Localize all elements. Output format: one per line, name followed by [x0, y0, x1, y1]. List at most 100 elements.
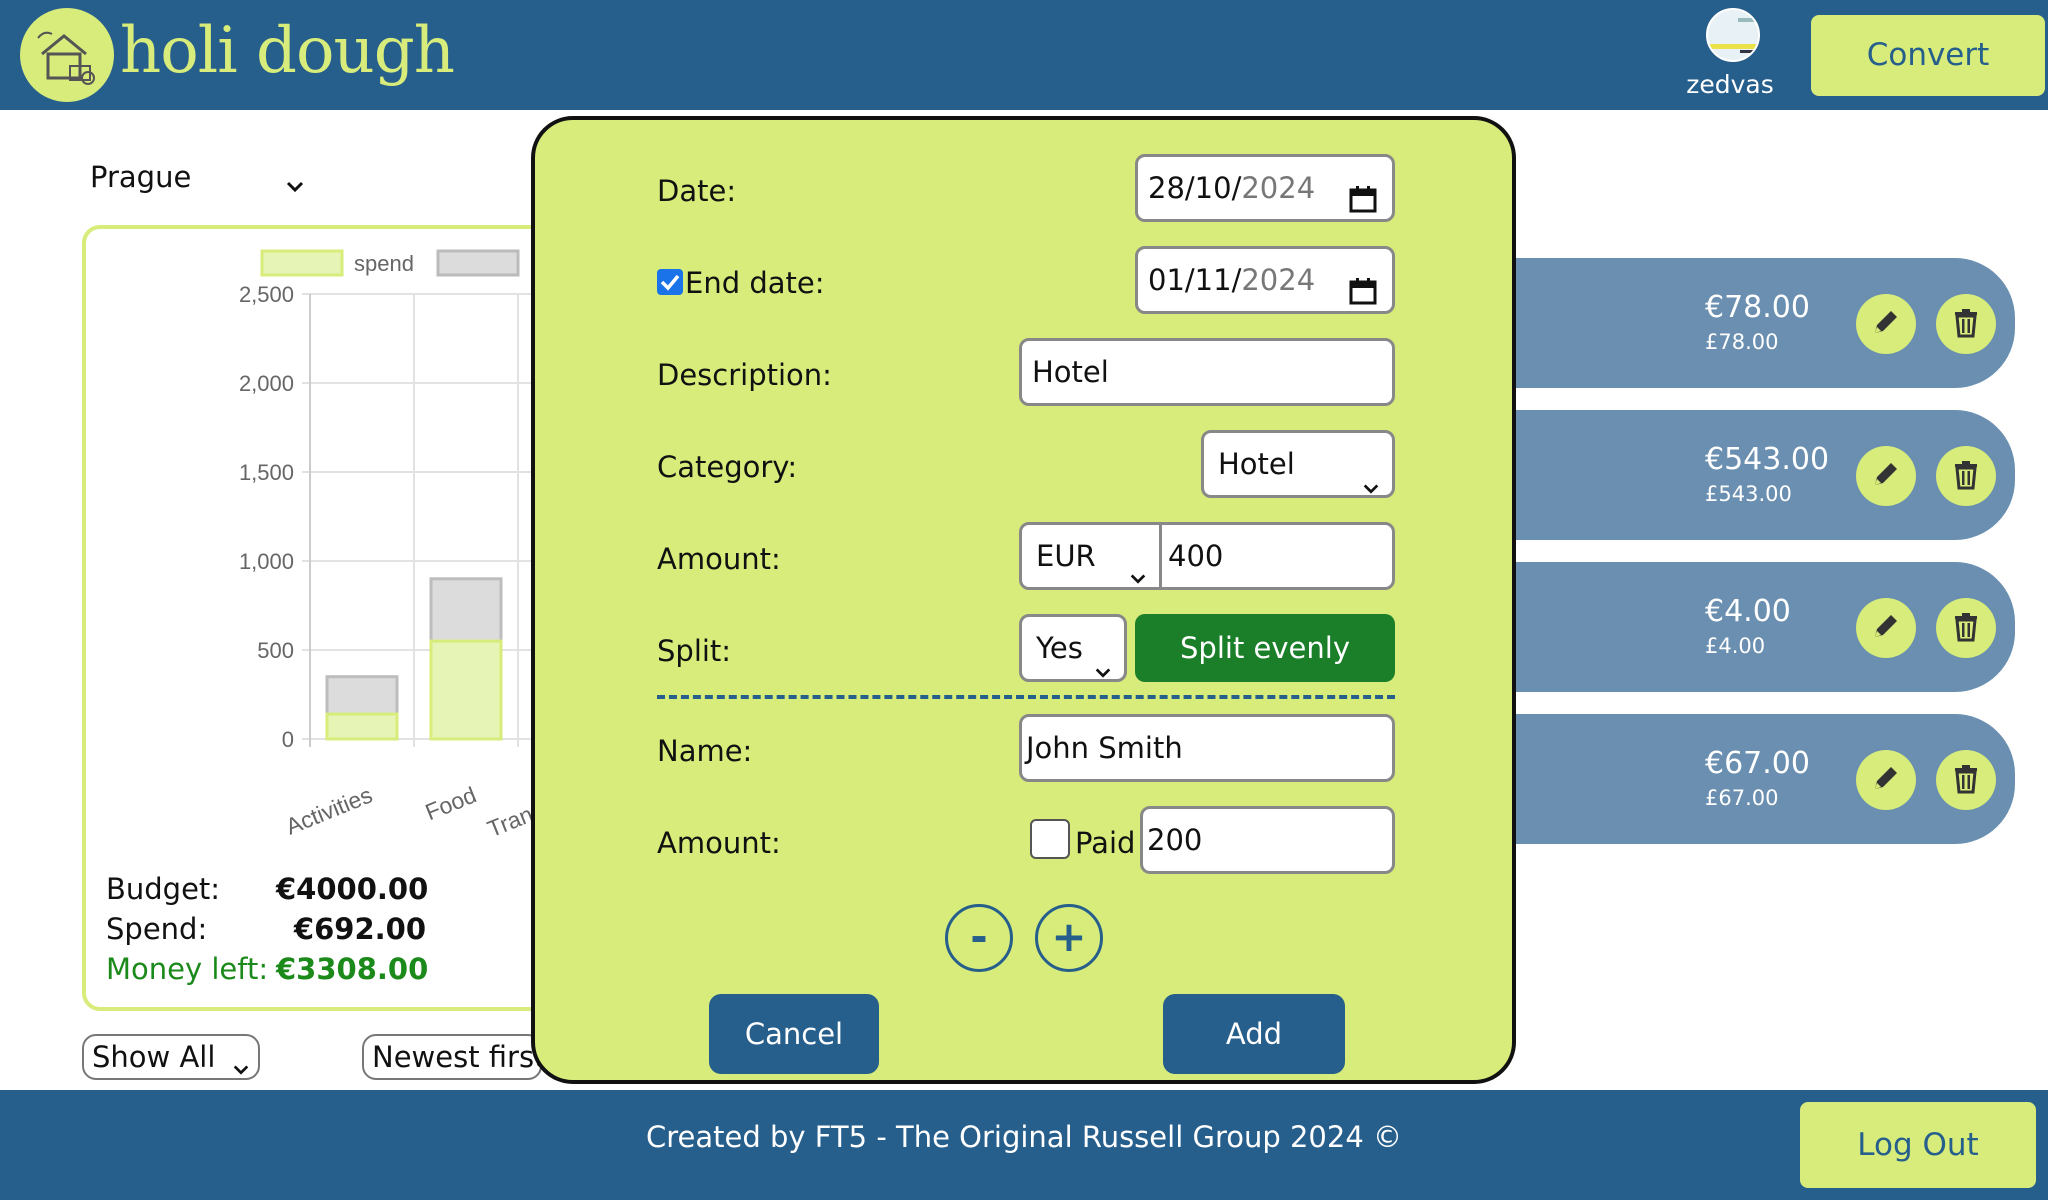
- y-tick-label: 2,000: [239, 371, 294, 396]
- city-select[interactable]: Prague: [90, 160, 305, 208]
- date-input[interactable]: 28/10/2024: [1135, 154, 1395, 222]
- end-date-checkbox[interactable]: [657, 269, 683, 295]
- expense-card[interactable]: €4.00 £4.00: [1450, 562, 2015, 692]
- amount-input[interactable]: 400: [1168, 525, 1223, 587]
- delete-button[interactable]: [1936, 446, 1996, 506]
- category-select[interactable]: Hotel: [1201, 430, 1395, 498]
- y-tick-label: 500: [257, 638, 294, 663]
- expense-card[interactable]: €543.00 £543.00: [1450, 410, 2015, 540]
- name-input[interactable]: John Smith: [1019, 714, 1395, 782]
- x-tick-label: Food: [422, 782, 480, 826]
- trash-icon: [1949, 609, 1983, 647]
- add-button[interactable]: Add: [1163, 994, 1345, 1074]
- logout-button[interactable]: Log Out: [1800, 1102, 2036, 1188]
- trash-icon: [1949, 761, 1983, 799]
- currency-select-value: EUR: [1036, 539, 1096, 573]
- app-footer: Created by FT5 - The Original Russell Gr…: [0, 1090, 2048, 1200]
- show-filter-value: Show All: [92, 1040, 216, 1074]
- bar-spend: [325, 712, 399, 741]
- expense-amount: €67.00: [1705, 746, 1810, 781]
- delete-button[interactable]: [1936, 598, 1996, 658]
- description-label: Description:: [657, 358, 832, 392]
- split-select[interactable]: Yes: [1019, 614, 1127, 682]
- edit-button[interactable]: [1856, 598, 1916, 658]
- split-label: Split:: [657, 634, 732, 668]
- add-person-button[interactable]: +: [1035, 904, 1103, 972]
- expense-converted-amount: £543.00: [1705, 482, 1792, 506]
- y-tick-label: 1,500: [239, 460, 294, 485]
- split-evenly-button[interactable]: Split evenly: [1135, 614, 1395, 682]
- amount-label: Amount:: [657, 542, 781, 576]
- avatar[interactable]: [1706, 8, 1760, 62]
- chevron-down-icon: [232, 1048, 250, 1090]
- person-amount-input[interactable]: 200: [1140, 806, 1395, 874]
- budget-value: €4000.00: [276, 872, 429, 906]
- name-label: Name:: [657, 734, 753, 768]
- chevron-down-icon: [1094, 641, 1112, 703]
- pencil-icon: [1869, 305, 1903, 343]
- spend-label: Spend:: [106, 912, 208, 946]
- remove-person-button[interactable]: -: [945, 904, 1013, 972]
- footer-credit: Created by FT5 - The Original Russell Gr…: [645, 1120, 1402, 1154]
- paid-label: Paid: [1075, 826, 1136, 860]
- legend-swatch-budget: [436, 249, 520, 277]
- expense-amount: €78.00: [1705, 290, 1810, 325]
- spend-chart: spend 0 500 1,000 1,500 2,000 2,500 Activities F…: [239, 249, 558, 842]
- expense-converted-amount: £4.00: [1705, 634, 1766, 658]
- end-date-input-year: 2024: [1241, 263, 1316, 297]
- date-label: Date:: [657, 174, 737, 208]
- paid-checkbox[interactable]: [1030, 819, 1070, 859]
- description-input[interactable]: Hotel: [1019, 338, 1395, 406]
- x-tick-label: Activities: [282, 782, 376, 840]
- show-filter-select[interactable]: Show All: [82, 1034, 260, 1080]
- person-amount-label: Amount:: [657, 826, 781, 860]
- expense-card[interactable]: €67.00 £67.00: [1450, 714, 2015, 844]
- edit-button[interactable]: [1856, 446, 1916, 506]
- app-header: holi dough zedvas Convert: [0, 0, 2048, 110]
- date-input-day: 28/10/: [1148, 171, 1242, 205]
- calendar-icon[interactable]: [1348, 173, 1378, 235]
- add-expense-modal: Date: 28/10/2024 End date: 01/11/2024 De…: [531, 116, 1516, 1084]
- logo-icon[interactable]: [20, 8, 114, 102]
- currency-select[interactable]: EUR: [1022, 525, 1162, 587]
- y-tick-label: 2,500: [239, 282, 294, 307]
- edit-button[interactable]: [1856, 750, 1916, 810]
- legend-label-spend: spend: [354, 251, 414, 276]
- pencil-icon: [1869, 457, 1903, 495]
- sort-select[interactable]: Newest first: [362, 1034, 542, 1080]
- delete-button[interactable]: [1936, 294, 1996, 354]
- money-left-value: €3308.00: [276, 952, 429, 986]
- city-select-value: Prague: [90, 160, 192, 194]
- calendar-icon[interactable]: [1348, 265, 1378, 327]
- expense-amount: €543.00: [1705, 442, 1830, 477]
- username: zedvas: [1686, 70, 1774, 99]
- trash-icon: [1949, 305, 1983, 343]
- bar-spend: [429, 639, 503, 741]
- expense-amount: €4.00: [1705, 594, 1791, 629]
- chevron-down-icon: [285, 170, 305, 204]
- expense-converted-amount: £67.00: [1705, 786, 1779, 810]
- category-label: Category:: [657, 450, 798, 484]
- budget-label: Budget:: [106, 872, 221, 906]
- sort-value: Newest first: [372, 1040, 542, 1074]
- end-date-input[interactable]: 01/11/2024: [1135, 246, 1395, 314]
- spend-value: €692.00: [293, 912, 426, 946]
- convert-button[interactable]: Convert: [1811, 15, 2045, 96]
- date-input-year: 2024: [1241, 171, 1316, 205]
- edit-button[interactable]: [1856, 294, 1916, 354]
- pencil-icon: [1869, 609, 1903, 647]
- amount-group: EUR 400: [1019, 522, 1395, 590]
- cancel-button[interactable]: Cancel: [709, 994, 879, 1074]
- legend-swatch-spend: [260, 249, 344, 277]
- chevron-down-icon: [1129, 547, 1147, 609]
- end-date-label: End date:: [685, 266, 825, 300]
- expense-converted-amount: £78.00: [1705, 330, 1779, 354]
- budget-summary: Budget: €4000.00 Spend: €692.00 Money le…: [106, 869, 429, 989]
- section-divider: [657, 695, 1395, 699]
- split-select-value: Yes: [1036, 631, 1083, 665]
- end-date-input-day: 01/11/: [1148, 263, 1242, 297]
- expense-card[interactable]: €78.00 £78.00: [1450, 258, 2015, 388]
- y-tick-label: 1,000: [239, 549, 294, 574]
- delete-button[interactable]: [1936, 750, 1996, 810]
- chevron-down-icon: [1362, 457, 1380, 519]
